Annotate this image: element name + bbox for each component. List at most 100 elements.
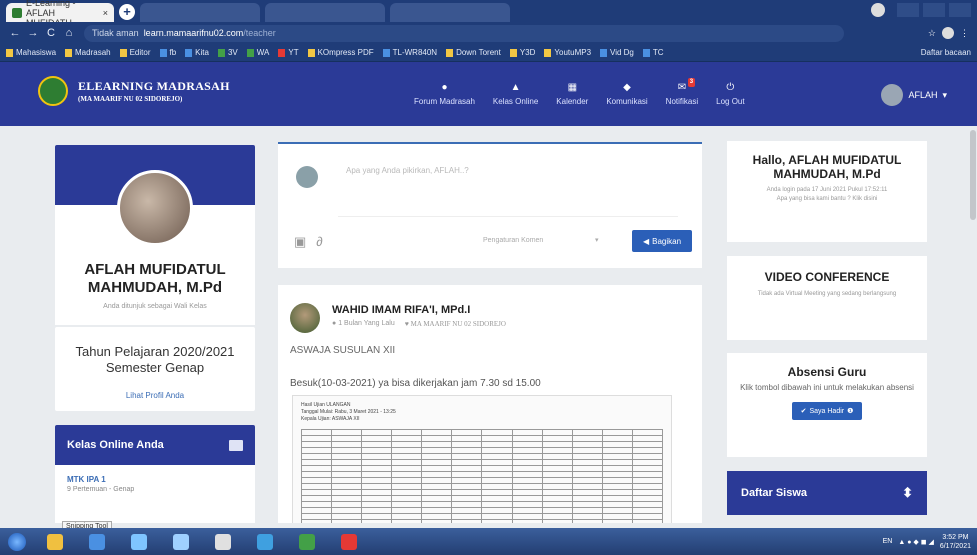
bookmark-item[interactable]: Madrasah — [65, 48, 111, 57]
profile-photo[interactable] — [117, 170, 193, 246]
page-scrollbar-thumb[interactable] — [970, 130, 976, 220]
nav-item-forum-madrasah[interactable]: ● Forum Madrasah — [405, 70, 484, 118]
attachment-cell — [300, 519, 333, 523]
nav-item-komunikasi[interactable]: ◆ Komunikasi — [597, 70, 656, 118]
user-avatar[interactable] — [881, 84, 904, 106]
post-time: ● 1 Bulan Yang Lalu — [332, 320, 395, 327]
bookmark-label: Y3D — [519, 48, 536, 57]
url-input[interactable]: Tidak aman learn.mamaarifnu02.com /teach… — [84, 24, 844, 42]
windows-orb-icon — [8, 532, 26, 551]
pin-icon[interactable]: ⬍ — [902, 485, 913, 501]
post-author-avatar[interactable] — [290, 303, 320, 333]
bookmark-item[interactable]: Mahasiswa — [6, 48, 56, 57]
share-button[interactable]: ◀ Bagikan — [632, 230, 692, 252]
camera-icon[interactable]: ▣ — [294, 234, 306, 250]
bookmark-item[interactable]: Editor — [119, 48, 151, 57]
maximize-button[interactable] — [923, 3, 945, 17]
post-school: ♥ MA MAARIF NU 02 SIDOREJO — [404, 320, 506, 328]
help-link[interactable]: Apa yang bisa kami bantu ? Klik disini — [727, 196, 927, 202]
url-host: learn.mamaarifnu02.com — [143, 28, 244, 38]
bookmark-item[interactable]: Down Torent — [446, 48, 501, 57]
comment-setting-select[interactable]: Pengaturan Komen — [483, 237, 543, 244]
taskbar-app-chrome[interactable] — [328, 531, 370, 553]
class-item-sub: 9 Pertemuan - Genap — [67, 486, 135, 493]
browser-tab-3[interactable] — [265, 3, 385, 22]
bookmark-label: YT — [288, 48, 299, 57]
bookmark-item[interactable]: Y3D — [509, 48, 536, 57]
left-column: AFLAH MUFIDATUL MAHMUDAH, M.Pd Anda ditu… — [55, 145, 255, 523]
taskbar-app-office[interactable] — [286, 531, 328, 553]
bookmark-item[interactable]: fb — [159, 48, 176, 57]
browser-tab-4[interactable] — [390, 3, 510, 22]
taskbar-app-explorer[interactable] — [34, 531, 76, 553]
system-tray: EN ▲ ● ◆ ◼ ◢ 3:52 PM 6/17/2021 — [883, 533, 977, 551]
nav-item-kelas-online[interactable]: ▲ Kelas Online — [484, 70, 547, 118]
bookmark-item[interactable]: WA — [246, 48, 269, 57]
student-list-header[interactable]: Daftar Siswa ⬍ — [727, 471, 927, 515]
nav-item-log-out[interactable]: ⏻ Log Out — [707, 70, 753, 118]
taskbar-apps — [34, 531, 370, 553]
minimize-button[interactable] — [897, 3, 919, 17]
user-menu-label[interactable]: AFLAH — [908, 90, 937, 100]
comment-setting-caret-icon[interactable]: ▾ — [595, 236, 599, 244]
taskbar-app-phone[interactable] — [202, 531, 244, 553]
taskbar-app-media[interactable] — [76, 531, 118, 553]
browser-account-icon[interactable] — [942, 27, 954, 39]
post-input[interactable]: Apa yang Anda pikirkan, AFLAH..? — [346, 166, 469, 175]
bookmark-item[interactable]: 3V — [217, 48, 238, 57]
bookmark-item[interactable]: Vid Dg — [600, 48, 634, 57]
bookmark-item[interactable]: TL-WR840N — [382, 48, 437, 57]
present-button[interactable]: ✔ Saya Hadir ❶ — [792, 402, 862, 420]
user-menu[interactable]: AFLAH ▾ — [881, 84, 947, 106]
bookmark-item[interactable]: Kita — [185, 48, 209, 57]
link-icon[interactable]: ∂ — [316, 234, 322, 250]
taskbar-app-mail[interactable] — [160, 531, 202, 553]
home-icon[interactable]: ⌂ — [62, 27, 76, 39]
tray-icons[interactable]: ▲ ● ◆ ◼ ◢ — [898, 538, 934, 546]
feed-post: WAHID IMAM RIFA'I, MPd.I ● 1 Bulan Yang … — [278, 285, 702, 523]
present-button-label: Saya Hadir — [809, 407, 845, 415]
class-card-icon[interactable] — [229, 439, 243, 451]
attachment-cell — [511, 519, 543, 523]
bookmark-item[interactable]: YT — [278, 48, 299, 57]
site-brand-sub: (MA MAARIF NU 02 SIDOREJO) — [78, 95, 183, 103]
site-brand[interactable]: ELEARNING MADRASAH — [78, 79, 230, 94]
post-author-name[interactable]: WAHID IMAM RIFA'I, MPd.I — [332, 304, 470, 316]
bookmark-item[interactable]: TC — [642, 48, 664, 57]
bookmark-icon — [642, 48, 650, 57]
nav-item-kalender[interactable]: ▦ Kalender — [547, 70, 597, 118]
composer-avatar — [296, 166, 318, 188]
browser-tab-active[interactable]: E-Learning - AFLAH MUFIDATU × — [6, 0, 114, 28]
new-tab-button[interactable]: + — [119, 4, 135, 20]
taskbar-app-paint[interactable] — [118, 531, 160, 553]
browser-menu-icon[interactable]: ⋮ — [960, 28, 969, 39]
nav-item-notifikasi[interactable]: ✉ 3 Notifikasi — [657, 70, 707, 118]
bookmark-star-icon[interactable]: ☆ — [928, 28, 936, 39]
attendance-card: Absensi Guru Klik tombol dibawah ini unt… — [727, 353, 927, 457]
nav-item-label: Notifikasi — [665, 97, 699, 106]
url-path: /teacher — [243, 28, 276, 38]
forward-arrow-icon[interactable]: → — [26, 27, 40, 39]
reload-icon[interactable]: C — [44, 27, 58, 39]
back-arrow-icon[interactable]: ← — [8, 27, 22, 39]
not-secure-label[interactable]: Tidak aman — [92, 28, 139, 38]
notification-count-badge: 3 — [687, 78, 696, 87]
bookmark-item[interactable]: KOmpress PDF — [307, 48, 374, 57]
class-item-mtk[interactable]: MTK IPA 1 — [67, 475, 243, 484]
window-close-button[interactable] — [949, 3, 971, 17]
browser-tab-2[interactable] — [140, 3, 260, 22]
madrasah-logo[interactable] — [38, 76, 68, 106]
login-info: Anda login pada 17 Juni 2021 Pukul 17:52… — [766, 187, 888, 193]
user-icon: ◆ — [623, 82, 631, 93]
post-attachment-image[interactable]: Hasil Ujian ULANGAN Tanggal Mulai: Rabu,… — [292, 395, 672, 523]
taskbar-app-ie[interactable] — [244, 531, 286, 553]
browser-profile-icon[interactable] — [871, 3, 885, 17]
language-indicator[interactable]: EN — [883, 538, 893, 545]
view-profile-link[interactable]: Lihat Profil Anda — [55, 391, 255, 400]
start-button[interactable] — [0, 528, 34, 555]
tab-close-icon[interactable]: × — [103, 8, 108, 18]
clock[interactable]: 3:52 PM 6/17/2021 — [940, 533, 971, 551]
bookmark-item[interactable]: YoutuMP3 — [544, 48, 591, 57]
reading-list-button[interactable]: Daftar bacaan — [921, 48, 971, 57]
caret-down-icon[interactable]: ▾ — [942, 90, 947, 101]
